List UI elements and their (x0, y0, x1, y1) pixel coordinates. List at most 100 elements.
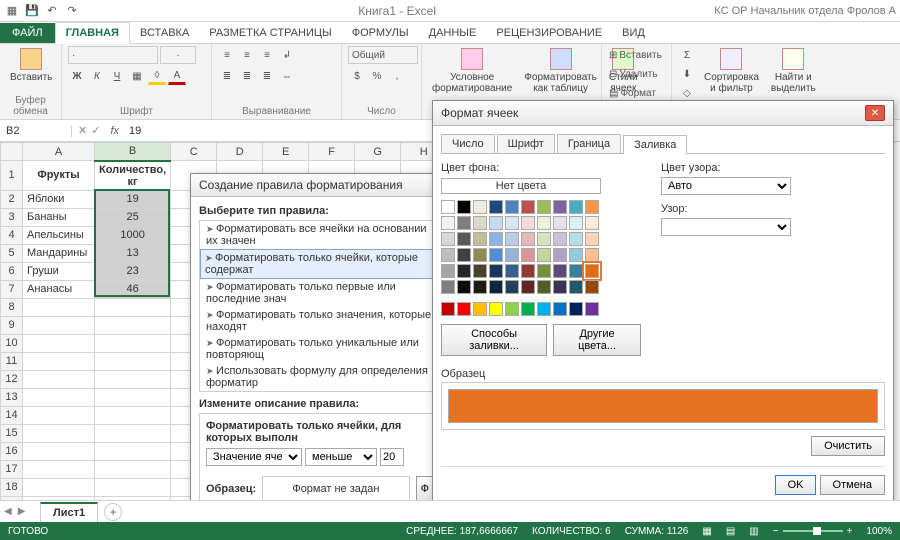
percent-button[interactable]: % (368, 67, 386, 85)
color-swatch[interactable] (521, 264, 535, 278)
row-header[interactable]: 17 (1, 460, 23, 478)
cell[interactable]: 13 (95, 244, 171, 262)
color-swatch[interactable] (457, 232, 471, 246)
row-header[interactable]: 1 (1, 161, 23, 191)
view-break-icon[interactable]: ▥ (749, 526, 758, 537)
sheet-next-icon[interactable]: ▶ (18, 506, 26, 517)
conditional-format-button[interactable]: Условное форматирование (428, 46, 516, 96)
cell[interactable] (95, 406, 171, 424)
color-swatch[interactable] (489, 302, 503, 316)
row-header[interactable]: 11 (1, 352, 23, 370)
name-box[interactable]: B2 (0, 125, 72, 137)
align-right[interactable]: ≣ (258, 67, 276, 85)
color-swatch[interactable] (569, 248, 583, 262)
row-header[interactable]: 2 (1, 190, 23, 208)
wrap-text[interactable]: ↲ (278, 46, 296, 64)
fill-effects-button[interactable]: Способы заливки... (441, 324, 547, 356)
color-swatch[interactable] (457, 216, 471, 230)
cell[interactable]: Ананасы (23, 280, 95, 298)
color-swatch[interactable] (585, 232, 599, 246)
tab-view[interactable]: ВИД (612, 23, 655, 43)
color-swatch[interactable] (457, 280, 471, 294)
color-swatch[interactable] (441, 264, 455, 278)
rule-type-option[interactable]: Форматировать только значения, которые н… (200, 307, 440, 335)
col-header-G[interactable]: G (355, 143, 401, 161)
color-swatch[interactable] (457, 302, 471, 316)
close-icon[interactable]: ✕ (865, 105, 885, 121)
color-swatch[interactable] (537, 302, 551, 316)
align-mid[interactable]: ≡ (238, 46, 256, 64)
bold-button[interactable]: Ж (68, 67, 86, 85)
fill-color-button[interactable]: ◊ (148, 67, 166, 85)
color-swatch[interactable] (537, 248, 551, 262)
cell[interactable] (95, 334, 171, 352)
align-center[interactable]: ≣ (238, 67, 256, 85)
cell[interactable] (23, 316, 95, 334)
color-swatch[interactable] (553, 302, 567, 316)
cond-operator[interactable]: меньше (305, 448, 377, 466)
col-header-C[interactable]: C (171, 143, 217, 161)
cell[interactable] (95, 424, 171, 442)
no-color-button[interactable]: Нет цвета (441, 178, 601, 194)
color-swatch[interactable] (473, 264, 487, 278)
row-header[interactable]: 6 (1, 262, 23, 280)
tab-font[interactable]: Шрифт (497, 134, 555, 153)
color-swatch[interactable] (569, 264, 583, 278)
cell[interactable]: Количество, кг (95, 161, 171, 191)
tab-border[interactable]: Граница (557, 134, 621, 153)
color-swatch[interactable] (569, 280, 583, 294)
color-swatch[interactable] (489, 232, 503, 246)
color-swatch[interactable] (521, 248, 535, 262)
color-swatch[interactable] (473, 232, 487, 246)
color-swatch[interactable] (489, 264, 503, 278)
col-header-A[interactable]: A (23, 143, 95, 161)
cell[interactable]: 23 (95, 262, 171, 280)
cell[interactable] (23, 388, 95, 406)
cell[interactable] (23, 478, 95, 496)
cell[interactable]: Фрукты (23, 161, 95, 191)
row-header[interactable]: 15 (1, 424, 23, 442)
cell[interactable] (23, 352, 95, 370)
color-swatch[interactable] (489, 216, 503, 230)
color-swatch[interactable] (585, 200, 599, 214)
color-swatch[interactable] (585, 264, 599, 278)
row-header[interactable]: 12 (1, 370, 23, 388)
color-swatch[interactable] (505, 200, 519, 214)
color-swatch[interactable] (553, 264, 567, 278)
cell[interactable] (23, 460, 95, 478)
color-swatch[interactable] (473, 302, 487, 316)
ok-button[interactable]: OK (775, 475, 817, 495)
cell[interactable]: 46 (95, 280, 171, 298)
tab-data[interactable]: ДАННЫЕ (419, 23, 487, 43)
color-swatch[interactable] (585, 280, 599, 294)
italic-button[interactable]: К (88, 67, 106, 85)
col-header-D[interactable]: D (217, 143, 263, 161)
cell[interactable] (23, 298, 95, 316)
color-swatch[interactable] (473, 248, 487, 262)
rule-type-option[interactable]: Форматировать только уникальные или повт… (200, 335, 440, 363)
paste-button[interactable]: Вставить (6, 46, 56, 85)
color-swatch[interactable] (521, 302, 535, 316)
color-swatch[interactable] (585, 216, 599, 230)
align-bot[interactable]: ≡ (258, 46, 276, 64)
col-header-E[interactable]: E (263, 143, 309, 161)
tab-layout[interactable]: РАЗМЕТКА СТРАНИЦЫ (199, 23, 341, 43)
number-format[interactable]: Общий (348, 46, 418, 64)
underline-button[interactable]: Ч (108, 67, 126, 85)
color-swatch[interactable] (457, 248, 471, 262)
tab-formulas[interactable]: ФОРМУЛЫ (342, 23, 419, 43)
row-header[interactable]: 3 (1, 208, 23, 226)
row-header[interactable]: 4 (1, 226, 23, 244)
row-header[interactable]: 10 (1, 334, 23, 352)
pattern-style-select[interactable] (661, 218, 791, 236)
cond-value[interactable] (380, 448, 404, 466)
cell[interactable]: Апельсины (23, 226, 95, 244)
cell[interactable] (95, 478, 171, 496)
color-swatch[interactable] (441, 248, 455, 262)
color-swatch[interactable] (441, 200, 455, 214)
view-layout-icon[interactable]: ▤ (726, 526, 735, 537)
view-normal-icon[interactable]: ▦ (702, 526, 711, 537)
fill-button[interactable]: ⬇ (678, 65, 696, 83)
cell[interactable]: Груши (23, 262, 95, 280)
color-swatch[interactable] (441, 280, 455, 294)
